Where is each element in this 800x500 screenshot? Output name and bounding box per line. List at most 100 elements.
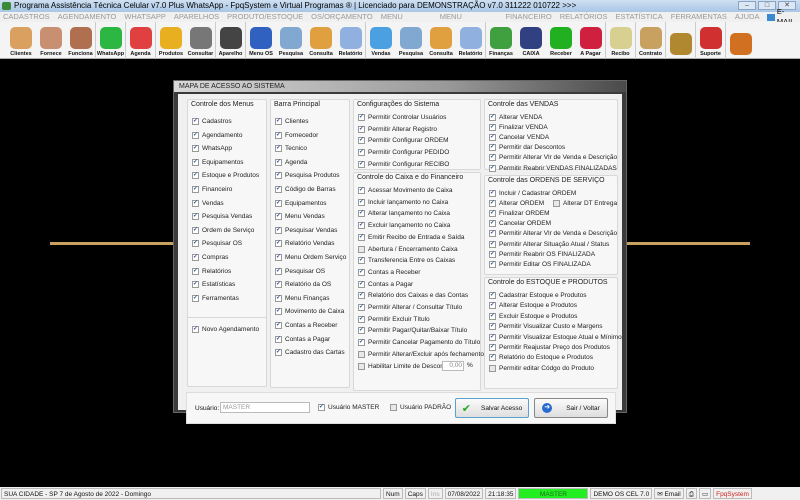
- permission-checkbox[interactable]: ✓ Pesquisar Vendas: [275, 226, 337, 234]
- toolbar-button[interactable]: Finanças: [486, 22, 516, 59]
- permission-checkbox[interactable]: ✓ Contas a Pagar: [358, 280, 413, 288]
- permission-checkbox[interactable]: ✓ Finalizar VENDA: [489, 124, 548, 132]
- permission-checkbox[interactable]: ✓ Vendas: [192, 199, 224, 207]
- permission-checkbox[interactable]: ✓ Permitir Alterar Situação Atual / Statu…: [489, 240, 609, 248]
- permission-checkbox[interactable]: ✓ Permitir Excluir Título: [358, 315, 430, 323]
- maximize-button[interactable]: □: [758, 1, 776, 10]
- permission-checkbox[interactable]: ✓ Clientes: [275, 118, 308, 125]
- permission-checkbox[interactable]: ✓ Equipamentos: [192, 158, 244, 166]
- toolbar-button[interactable]: Agenda: [126, 22, 156, 59]
- menu-item[interactable]: RELATÓRIOS: [560, 12, 608, 22]
- toolbar-button[interactable]: Suporte: [696, 22, 726, 59]
- menu-item[interactable]: MENU VENDAS: [381, 12, 432, 31]
- menu-item[interactable]: ESTATÍSTICA: [616, 12, 663, 22]
- minimize-button[interactable]: –: [738, 1, 756, 10]
- toolbar-button[interactable]: A Pagar: [576, 22, 606, 59]
- toolbar-button[interactable]: Pesquisa: [396, 22, 426, 59]
- permission-checkbox[interactable]: ✓ Novo Agendamento: [192, 326, 259, 333]
- menu-item[interactable]: WHATSAPP: [124, 12, 166, 22]
- menu-item-email[interactable]: E-MAIL: [767, 7, 800, 26]
- permission-checkbox[interactable]: ✓ Agenda: [275, 158, 307, 166]
- permission-checkbox[interactable]: ✓ Relatório do Estoque e Produtos: [489, 354, 593, 362]
- monitor-icon[interactable]: ▭: [698, 488, 712, 499]
- permission-checkbox[interactable]: ✓ Menu Finanças: [275, 294, 329, 302]
- permission-checkbox[interactable]: ✓ Movimento de Caixa: [275, 308, 344, 316]
- permission-checkbox[interactable]: ✓ Emitir Recibo de Entrada e Saída: [358, 233, 464, 241]
- permission-checkbox[interactable]: ✓ Permitir Cancelar Pagamento do Título: [358, 339, 480, 347]
- toolbar-button[interactable]: Pesquisa: [276, 22, 306, 59]
- permission-checkbox[interactable]: ✓ Permitir Reabrir VENDAS FINALIZADAS: [489, 164, 617, 172]
- permission-checkbox[interactable]: ✓ Contas a Receber: [275, 322, 337, 329]
- permission-checkbox[interactable]: ✓ Permitir Alterar Registro: [358, 125, 437, 133]
- toolbar-button[interactable]: Produtos: [156, 22, 186, 59]
- permission-checkbox[interactable]: Permitir editar Códgo do Produto: [489, 364, 594, 372]
- permission-checkbox[interactable]: ✓ Permitir Visualizar Custo e Margens: [489, 323, 603, 331]
- permission-checkbox[interactable]: ✓ Alterar ORDEM: [489, 200, 544, 208]
- usuario-input[interactable]: [220, 402, 310, 413]
- discount-limit-input[interactable]: 0,00: [442, 360, 464, 371]
- toolbar-button[interactable]: Receber: [546, 22, 576, 59]
- toolbar-button[interactable]: Relatório: [456, 22, 486, 59]
- permission-checkbox[interactable]: ✓ Contas a Pagar: [275, 335, 330, 343]
- permission-checkbox[interactable]: ✓ Permitir Pagar/Quitar/Baixar Título: [358, 327, 467, 335]
- permission-checkbox[interactable]: ✓ Menu Ordem Serviço: [275, 254, 346, 261]
- permission-checkbox[interactable]: ✓ Incluir / Cadastrar ORDEM: [489, 190, 576, 197]
- toolbar-button[interactable]: Consultar: [186, 22, 216, 59]
- permission-checkbox[interactable]: ✓ Fornecedor: [275, 131, 318, 139]
- menu-item[interactable]: CADASTROS: [3, 12, 50, 22]
- permission-checkbox[interactable]: ✓ Acessar Movimento de Caixa: [358, 187, 453, 194]
- status-email[interactable]: ✉ Email: [654, 488, 684, 499]
- toolbar-button[interactable]: Vendas: [366, 22, 396, 59]
- menu-item[interactable]: FERRAMENTAS: [671, 12, 727, 22]
- exit-button[interactable]: ➜ Sair / Voltar: [534, 398, 608, 418]
- toolbar-button[interactable]: [726, 22, 756, 59]
- printer-icon[interactable]: ⎙: [685, 488, 697, 499]
- menu-item[interactable]: PRODUTO/ESTOQUE: [227, 12, 303, 22]
- permission-checkbox[interactable]: ✓ Permitir dar Descontos: [489, 144, 565, 152]
- permission-checkbox[interactable]: ✓ Pesquisa Vendas: [192, 213, 252, 221]
- permission-checkbox[interactable]: Permitir Alterar/Excluir após fechamento: [358, 350, 484, 358]
- permission-checkbox[interactable]: ✓ Menu Vendas: [275, 213, 325, 221]
- menu-item[interactable]: MENU COMPRAS: [440, 12, 498, 31]
- permission-checkbox[interactable]: ✓ Pesquisar OS: [192, 240, 242, 248]
- toolbar-button[interactable]: Recibo: [606, 22, 636, 59]
- usuario-padrao-checkbox[interactable]: Usuário PADRÃO: [390, 404, 451, 411]
- permission-checkbox[interactable]: ✓ Agendamento: [192, 131, 242, 139]
- permission-checkbox[interactable]: ✓ Financeiro: [192, 186, 232, 193]
- menu-item[interactable]: FINANCEIRO: [505, 12, 551, 22]
- toolbar-button[interactable]: Relatório: [336, 22, 366, 59]
- permission-checkbox[interactable]: ✓ Ferramentas: [192, 294, 239, 302]
- permission-checkbox[interactable]: ✓ Excluir lançamento no Caixa: [358, 222, 450, 230]
- permission-checkbox[interactable]: ✓ Permitir Configurar RECIBO: [358, 160, 449, 168]
- permission-checkbox[interactable]: ✓ Relatório Vendas: [275, 240, 335, 248]
- toolbar-button[interactable]: CAIXA: [516, 22, 546, 59]
- permission-checkbox[interactable]: ✓ Alterar lançamento no Caixa: [358, 210, 450, 218]
- toolbar-button[interactable]: Contrato: [636, 22, 666, 59]
- permission-checkbox[interactable]: ✓ Cancelar VENDA: [489, 134, 549, 142]
- menu-item[interactable]: AJUDA: [735, 12, 760, 22]
- usuario-master-checkbox[interactable]: ✓ Usuário MASTER: [318, 404, 379, 411]
- permission-checkbox[interactable]: ✓ Permitir Reabrir OS FINALIZADA: [489, 250, 595, 258]
- permission-checkbox[interactable]: ✓ Permitir Reajustar Preço dos Produtos: [489, 344, 610, 351]
- toolbar-button[interactable]: Consulta: [426, 22, 456, 59]
- permission-checkbox[interactable]: ✓ Compras: [192, 254, 228, 261]
- permission-checkbox[interactable]: ✓ Permitir Alterar Vlr de Venda e Descriç…: [489, 230, 617, 238]
- permission-checkbox[interactable]: ✓ Permitir Configurar PEDIDO: [358, 149, 449, 157]
- permission-checkbox[interactable]: ✓ Permitir Alterar Vlr de Venda e Descriç…: [489, 154, 617, 162]
- permission-checkbox[interactable]: ✓ Transferencia Entre os Caixas: [358, 257, 455, 265]
- toolbar-button[interactable]: WhatsApp: [96, 22, 126, 59]
- permission-checkbox[interactable]: ✓ Cadastros: [192, 118, 232, 125]
- permission-checkbox[interactable]: ✓ Finalizar ORDEM: [489, 210, 550, 218]
- menu-item[interactable]: OS/ORÇAMENTO: [311, 12, 373, 22]
- permission-checkbox[interactable]: ✓ Código de Barras: [275, 186, 336, 193]
- permission-checkbox[interactable]: ✓ Relatório da OS: [275, 281, 331, 289]
- toolbar-button[interactable]: Clientes: [6, 22, 36, 59]
- permission-checkbox[interactable]: ✓ Pesquisa Produtos: [275, 172, 340, 180]
- permission-checkbox[interactable]: ✓ WhatsApp: [192, 145, 232, 153]
- toolbar-button[interactable]: Funciona: [66, 22, 96, 59]
- permission-checkbox[interactable]: ✓ Tecnico: [275, 145, 307, 153]
- permission-checkbox[interactable]: Habilitar Limite de Desconto: [358, 362, 449, 370]
- permission-checkbox[interactable]: ✓ Incluir lançamento no Caixa: [358, 198, 448, 206]
- permission-checkbox[interactable]: ✓ Relatório dos Caixas e das Contas: [358, 292, 468, 300]
- permission-checkbox[interactable]: ✓ Cadastrar Estoque e Produtos: [489, 292, 586, 299]
